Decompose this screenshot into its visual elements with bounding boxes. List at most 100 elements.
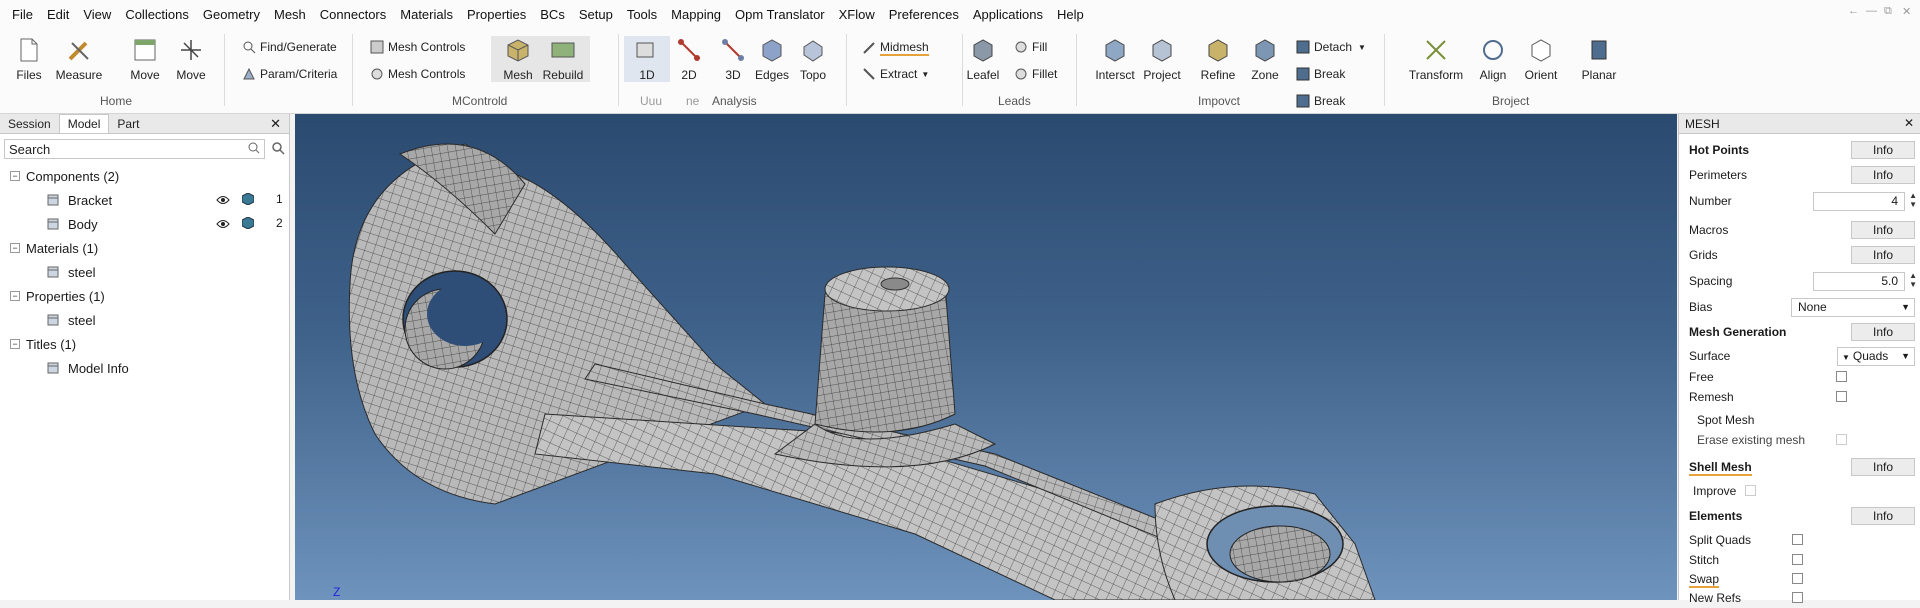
3d-viewport[interactable]: Z xyxy=(295,114,1677,600)
macros-info-button[interactable]: Info xyxy=(1851,221,1915,239)
mesh-controls-button-1[interactable]: Mesh Controls xyxy=(370,40,465,54)
menu-setup[interactable]: Setup xyxy=(579,7,613,22)
project-button[interactable]: Project xyxy=(1135,36,1189,82)
tab-session[interactable]: Session xyxy=(0,115,59,133)
menu-applications[interactable]: Applications xyxy=(973,7,1043,22)
number-spinner-icon[interactable]: ▲ ▼ xyxy=(1909,191,1917,209)
grids-info-button[interactable]: Info xyxy=(1851,246,1915,264)
menu-mesh[interactable]: Mesh xyxy=(274,7,306,22)
improve-checkbox[interactable] xyxy=(1745,485,1756,496)
menu-edit[interactable]: Edit xyxy=(47,7,69,22)
mesh-generation-info-button[interactable]: Info xyxy=(1851,323,1915,341)
break-button-1[interactable]: Break xyxy=(1296,67,1345,81)
fillet-button[interactable]: Fillet xyxy=(1014,67,1057,81)
back-icon[interactable]: ← xyxy=(1848,5,1859,17)
number-field[interactable]: 4 xyxy=(1813,192,1905,211)
collapse-icon[interactable]: − xyxy=(10,243,20,253)
tree-label: Materials (1) xyxy=(26,240,99,256)
spacing-spinner-icon[interactable]: ▲ ▼ xyxy=(1909,271,1917,289)
align-button[interactable]: Align xyxy=(1466,36,1520,82)
stitch-checkbox[interactable] xyxy=(1792,554,1803,565)
mesh-model-graphic[interactable]: Z xyxy=(295,114,1677,600)
split-quads-checkbox[interactable] xyxy=(1792,534,1803,545)
menu-bcs[interactable]: BCs xyxy=(540,7,565,22)
fill-button[interactable]: Fill xyxy=(1014,40,1047,54)
topo-button[interactable]: Topo xyxy=(790,36,836,82)
measure-button[interactable]: Measure xyxy=(52,36,106,82)
tree-group[interactable]: − Properties (1) xyxy=(0,284,289,308)
collapse-icon[interactable]: − xyxy=(10,171,20,181)
hot-points-info-button[interactable]: Info xyxy=(1851,141,1915,159)
files-button[interactable]: Files xyxy=(2,36,56,82)
menu-view[interactable]: View xyxy=(83,7,111,22)
refine-button[interactable]: Refine xyxy=(1191,36,1245,82)
menu-xflow[interactable]: XFlow xyxy=(839,7,875,22)
mesh-controls-button-2[interactable]: Mesh Controls xyxy=(370,67,465,81)
spacing-field[interactable]: 5.0 xyxy=(1813,272,1905,291)
tree-group[interactable]: − Materials (1) xyxy=(0,236,289,260)
zone-button[interactable]: Zone xyxy=(1238,36,1292,82)
close-icon[interactable]: ✕ xyxy=(270,116,281,132)
tree-group[interactable]: − Components (2) xyxy=(0,164,289,188)
eye-icon[interactable] xyxy=(216,193,230,208)
menu-tools[interactable]: Tools xyxy=(627,7,657,22)
edges-button[interactable]: Edges xyxy=(749,36,795,82)
surface-select[interactable]: ▼ Quads ▼ xyxy=(1837,347,1915,366)
tab-model[interactable]: Model xyxy=(58,114,110,133)
menu-geometry[interactable]: Geometry xyxy=(203,7,260,22)
tree-item[interactable]: steel xyxy=(0,260,289,284)
menu-preferences[interactable]: Preferences xyxy=(889,7,959,22)
menu-file[interactable]: File xyxy=(12,7,33,22)
erase-existing-checkbox[interactable] xyxy=(1836,434,1847,445)
planar-button[interactable]: Planar xyxy=(1572,36,1626,82)
move-button-2[interactable]: Move xyxy=(164,36,218,82)
remesh-checkbox[interactable] xyxy=(1836,391,1847,402)
tree-label: steel xyxy=(68,264,96,280)
new-refs-checkbox[interactable] xyxy=(1792,592,1803,603)
orient-button[interactable]: Orient xyxy=(1514,36,1568,82)
menu-opm-translator[interactable]: Opm Translator xyxy=(735,7,825,22)
menu-mapping[interactable]: Mapping xyxy=(671,7,721,22)
tree-item[interactable]: Model Info xyxy=(0,356,289,380)
2d-button[interactable]: 2D xyxy=(666,36,712,82)
menu-help[interactable]: Help xyxy=(1057,7,1084,22)
eye-icon[interactable] xyxy=(216,217,230,232)
elements-info-button[interactable]: Info xyxy=(1851,507,1915,525)
tree-item[interactable]: steel xyxy=(0,308,289,332)
tree-group[interactable]: − Titles (1) xyxy=(0,332,289,356)
break-button-2[interactable]: Break xyxy=(1296,94,1345,108)
menu-connectors[interactable]: Connectors xyxy=(320,7,386,22)
close-window-icon[interactable]: ✕ xyxy=(1902,5,1911,18)
bias-select[interactable]: None ▼ xyxy=(1791,298,1915,317)
tab-part[interactable]: Part xyxy=(109,115,147,133)
search-input[interactable]: Search xyxy=(4,139,265,159)
shell-mesh-info-button[interactable]: Info xyxy=(1851,458,1915,476)
menu-properties[interactable]: Properties xyxy=(467,7,526,22)
find-generate-button[interactable]: Find/Generate xyxy=(242,40,337,54)
perimeters-info-button[interactable]: Info xyxy=(1851,166,1915,184)
leafel-button[interactable]: Leafel xyxy=(956,36,1010,82)
tree-label: Properties (1) xyxy=(26,288,105,304)
swap-checkbox[interactable] xyxy=(1792,573,1803,584)
free-checkbox[interactable] xyxy=(1836,371,1847,382)
color-cube-icon[interactable] xyxy=(241,192,255,208)
restore-icon[interactable]: ⧉ xyxy=(1884,5,1892,18)
menu-materials[interactable]: Materials xyxy=(400,7,453,22)
midmesh-button[interactable]: Midmesh xyxy=(862,40,929,56)
1d-button[interactable]: 1D xyxy=(624,36,670,82)
tree-item[interactable]: Bracket 1 xyxy=(0,188,289,212)
rebuild-button[interactable]: Rebuild xyxy=(536,36,590,82)
collapse-icon[interactable]: − xyxy=(10,339,20,349)
search-button-icon[interactable] xyxy=(271,141,285,158)
param-criteria-button[interactable]: Param/Criteria xyxy=(242,67,337,81)
collapse-icon[interactable]: − xyxy=(10,291,20,301)
menu-collections[interactable]: Collections xyxy=(125,7,189,22)
color-cube-icon[interactable] xyxy=(241,216,255,232)
tree-item[interactable]: Body 2 xyxy=(0,212,289,236)
minimize-icon[interactable]: — xyxy=(1866,5,1877,17)
close-icon[interactable]: ✕ xyxy=(1904,116,1914,130)
intersect-button[interactable]: Intersct xyxy=(1088,36,1142,82)
transform-button[interactable]: Transform xyxy=(1408,36,1464,82)
detach-button[interactable]: Detach ▼ xyxy=(1296,40,1366,54)
extract-button[interactable]: Extract ▼ xyxy=(862,67,929,81)
